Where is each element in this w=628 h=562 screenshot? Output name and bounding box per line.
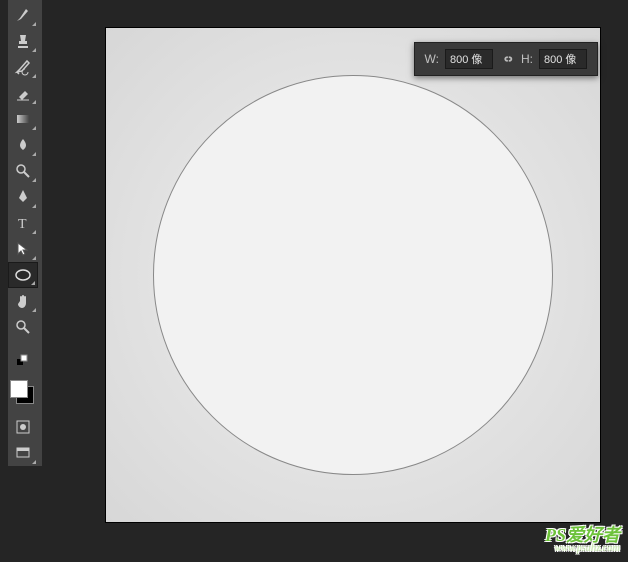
- foreground-color-swatch[interactable]: [10, 380, 28, 398]
- artboard[interactable]: [106, 28, 600, 522]
- path-selection-tool[interactable]: [8, 236, 38, 262]
- blur-tool[interactable]: [8, 132, 38, 158]
- color-swatches[interactable]: [8, 378, 38, 408]
- zoom-tool[interactable]: [8, 314, 38, 340]
- width-label: W:: [425, 52, 439, 66]
- hand-tool[interactable]: [8, 288, 38, 314]
- transform-dimensions-box: W: H:: [414, 42, 598, 76]
- history-brush-tool[interactable]: [8, 54, 38, 80]
- gradient-tool[interactable]: [8, 106, 38, 132]
- dodge-tool[interactable]: [8, 158, 38, 184]
- svg-text:T: T: [18, 217, 27, 232]
- tool-panel: T: [8, 0, 42, 466]
- height-input[interactable]: [539, 49, 587, 69]
- watermark-url: www.psahz.com: [545, 543, 620, 554]
- stamp-tool[interactable]: [8, 28, 38, 54]
- default-colors-icon[interactable]: [8, 348, 38, 374]
- ellipse-tool[interactable]: [8, 262, 38, 288]
- eraser-tool[interactable]: [8, 80, 38, 106]
- type-tool[interactable]: T: [8, 210, 38, 236]
- screen-mode-tool[interactable]: [8, 440, 38, 466]
- height-label: H:: [521, 52, 533, 66]
- ellipse-shape[interactable]: [153, 75, 553, 475]
- width-input[interactable]: [445, 49, 493, 69]
- link-icon[interactable]: [499, 51, 515, 67]
- quick-mask-tool[interactable]: [8, 414, 38, 440]
- canvas-area: W: H:: [46, 0, 628, 562]
- brush-tool[interactable]: [8, 2, 38, 28]
- watermark-text: PS爱好者: [545, 525, 620, 545]
- pen-tool[interactable]: [8, 184, 38, 210]
- watermark: PS爱好者 www.psahz.com: [545, 521, 620, 554]
